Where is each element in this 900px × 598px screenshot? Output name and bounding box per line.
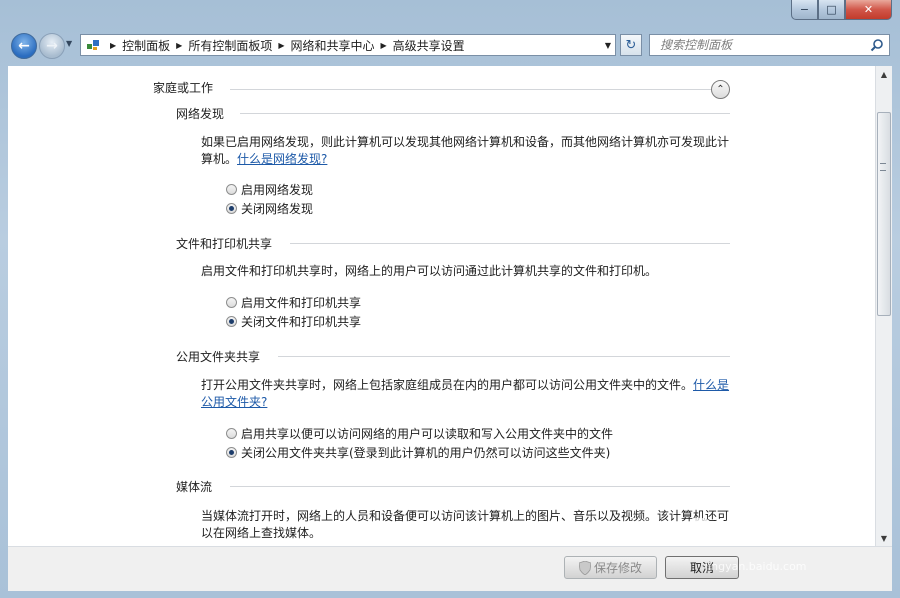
forward-button[interactable]: → [39, 33, 65, 59]
radio-option[interactable]: 关闭文件和打印机共享 [226, 313, 361, 330]
radio-button[interactable] [226, 297, 237, 308]
window-caption-buttons: − □ ✕ [791, 0, 892, 20]
radio-label[interactable]: 启用共享以便可以访问网络的用户可以读取和写入公用文件夹中的文件 [241, 425, 613, 442]
scroll-down-icon[interactable]: ▼ [876, 530, 892, 546]
radio-label[interactable]: 关闭公用文件夹共享(登录到此计算机的用户仍然可以访问这些文件夹) [241, 444, 610, 461]
breadcrumb-advanced-sharing[interactable]: 高级共享设置 [393, 37, 465, 54]
radio-option[interactable]: 启用文件和打印机共享 [226, 294, 361, 311]
uac-shield-icon [578, 560, 591, 575]
breadcrumb-separator-icon[interactable]: ▶ [176, 41, 182, 50]
watermark-logo: Bai 经验 [690, 513, 820, 548]
breadcrumb-separator-icon[interactable]: ▶ [381, 41, 387, 50]
what-is-network-discovery-link[interactable]: 什么是网络发现? [237, 152, 327, 166]
section-title-network-discovery: 网络发现 [176, 107, 225, 121]
divider [240, 113, 730, 114]
radio-button[interactable] [226, 184, 237, 195]
collapse-profile-button[interactable]: ⌃ [711, 80, 730, 99]
window-frame: − □ ✕ ← → ▼ ▶ 控制面板 ▶ 所有控制面板项 ▶ 网络和共享中心 ▶… [0, 0, 900, 598]
search-input[interactable] [658, 37, 872, 53]
radio-button-selected[interactable] [226, 447, 237, 458]
radio-option[interactable]: 启用网络发现 [226, 181, 313, 198]
profile-label: 家庭或工作 [153, 81, 214, 95]
divider [230, 89, 713, 90]
breadcrumb-separator-icon[interactable]: ▶ [110, 41, 116, 50]
radio-label[interactable]: 启用网络发现 [241, 181, 313, 198]
scroll-up-icon[interactable]: ▲ [876, 66, 892, 82]
divider [230, 486, 730, 487]
breadcrumb-separator-icon[interactable]: ▶ [278, 41, 284, 50]
vertical-scrollbar[interactable]: ▲ ▼ [875, 66, 892, 546]
maximize-button[interactable]: □ [818, 0, 845, 20]
back-arrow-icon: ← [18, 38, 30, 54]
search-box[interactable] [649, 34, 890, 56]
radio-button[interactable] [226, 428, 237, 439]
radio-option[interactable]: 启用共享以便可以访问网络的用户可以读取和写入公用文件夹中的文件 [226, 425, 613, 442]
save-changes-label: 保存修改 [593, 561, 642, 575]
breadcrumb-network-center[interactable]: 网络和共享中心 [291, 37, 375, 54]
control-panel-icon [87, 40, 99, 50]
scrollbar-thumb[interactable] [877, 112, 891, 316]
radio-button-selected[interactable] [226, 316, 237, 327]
refresh-icon: ↻ [625, 37, 637, 53]
recent-pages-dropdown-icon[interactable]: ▼ [66, 39, 72, 48]
back-button[interactable]: ← [11, 33, 37, 59]
radio-button-selected[interactable] [226, 203, 237, 214]
radio-option[interactable]: 关闭网络发现 [226, 200, 313, 217]
breadcrumb-all-items[interactable]: 所有控制面板项 [188, 37, 272, 54]
radio-label[interactable]: 关闭网络发现 [241, 200, 313, 217]
refresh-button[interactable]: ↻ [620, 34, 642, 56]
divider [278, 356, 730, 357]
divider [290, 243, 730, 244]
save-changes-button[interactable]: 保存修改 [564, 556, 657, 579]
section-description: 如果已启用网络发现，则此计算机可以发现其他网络计算机和设备，而其他网络计算机亦可… [201, 134, 731, 168]
search-icon[interactable] [870, 38, 884, 52]
description-text: 打开公用文件夹共享时，网络上包括家庭组成员在内的用户都可以访问公用文件夹中的文件… [201, 378, 694, 392]
chevron-up-icon: ⌃ [716, 84, 725, 95]
close-button[interactable]: ✕ [845, 0, 892, 20]
minimize-button[interactable]: − [791, 0, 818, 20]
section-title-file-printer-sharing: 文件和打印机共享 [176, 237, 273, 251]
section-description: 启用文件和打印机共享时，网络上的用户可以访问通过此计算机共享的文件和打印机。 [201, 263, 731, 280]
description-text: 启用文件和打印机共享时，网络上的用户可以访问通过此计算机共享的文件和打印机。 [201, 264, 658, 278]
breadcrumb-control-panel[interactable]: 控制面板 [122, 37, 170, 54]
navigation-bar: ← → ▼ ▶ 控制面板 ▶ 所有控制面板项 ▶ 网络和共享中心 ▶ 高级共享设… [0, 30, 900, 62]
address-bar[interactable]: ▶ 控制面板 ▶ 所有控制面板项 ▶ 网络和共享中心 ▶ 高级共享设置 ▼ [80, 34, 616, 56]
settings-content: 家庭或工作 ⌃ 网络发现 如果已启用网络发现，则此计算机可以发现其他网络计算机和… [8, 66, 875, 546]
radio-option[interactable]: 关闭公用文件夹共享(登录到此计算机的用户仍然可以访问这些文件夹) [226, 444, 610, 461]
address-dropdown-icon[interactable]: ▼ [605, 41, 611, 50]
section-description: 当媒体流打开时，网络上的人员和设备便可以访问该计算机上的图片、音乐以及视频。该计… [201, 508, 731, 542]
radio-label[interactable]: 启用文件和打印机共享 [241, 294, 361, 311]
radio-label[interactable]: 关闭文件和打印机共享 [241, 313, 361, 330]
section-title-public-folder-sharing: 公用文件夹共享 [176, 350, 261, 364]
description-text: 当媒体流打开时，网络上的人员和设备便可以访问该计算机上的图片、音乐以及视频。该计… [201, 509, 730, 540]
section-title-media-streaming: 媒体流 [176, 480, 213, 494]
watermark-url: jingyan.baidu.com [705, 560, 807, 573]
section-description: 打开公用文件夹共享时，网络上包括家庭组成员在内的用户都可以访问公用文件夹中的文件… [201, 377, 731, 411]
scrollbar-grip-icon [880, 163, 886, 171]
forward-arrow-icon: → [46, 38, 58, 54]
